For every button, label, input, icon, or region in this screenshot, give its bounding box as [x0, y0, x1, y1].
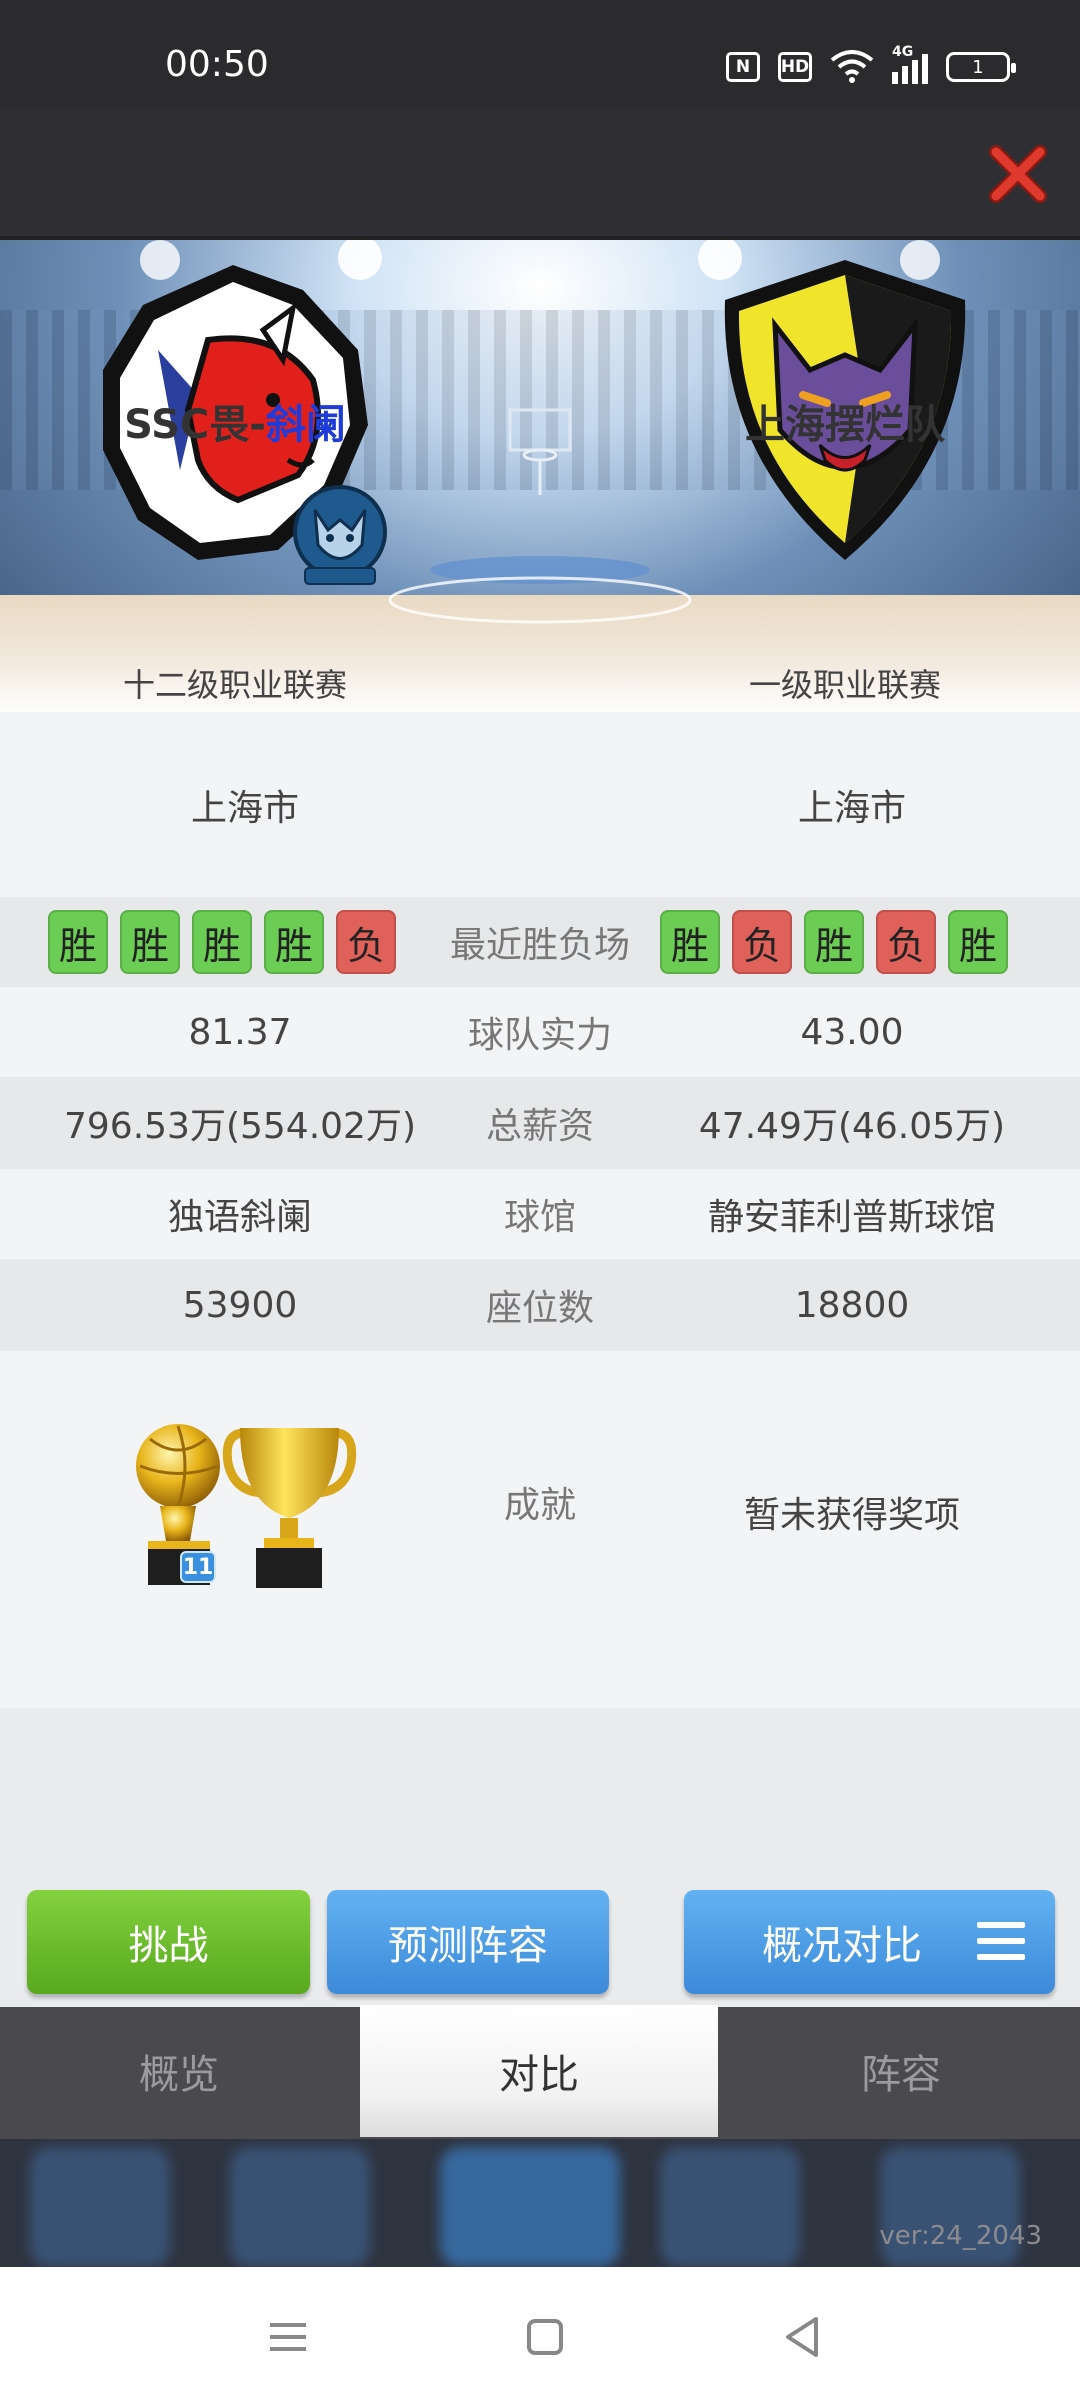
right-recent-record: 胜负胜负胜 [660, 910, 1008, 974]
bottom-tabs: 概览 对比 阵容 [0, 2005, 1080, 2139]
blurred-menu-icon [660, 2147, 800, 2267]
right-achievements: 暂未获得奖项 [743, 1495, 960, 1536]
battery-icon: 1 [946, 52, 1016, 82]
right-arena: 静安菲利普斯球馆 [707, 1197, 996, 1238]
left-city: 上海市 [190, 787, 299, 829]
right-record-chip: 负 [876, 910, 936, 974]
wolf-badge-icon [293, 485, 387, 585]
right-city: 上海市 [797, 787, 906, 829]
arena-row: 独语斜阑 球馆 静安菲利普斯球馆 [0, 1169, 1080, 1259]
team-banner: SSC畏-斜阑 十二级职业联赛 上海摆烂队 一级职业联赛 [0, 240, 1080, 712]
close-icon[interactable] [988, 144, 1048, 204]
network-type: 4G [892, 44, 914, 60]
city-row: 上海市 上海市 [0, 712, 1080, 897]
version-label: ver:24_2043 [879, 2221, 1042, 2251]
left-team-name-accent: 斜阑 [265, 402, 346, 448]
header-bar [0, 108, 1080, 240]
blurred-menu-icon [30, 2147, 170, 2267]
system-navigation-bar [0, 2267, 1080, 2400]
right-record-chip: 胜 [660, 910, 720, 974]
overview-compare-label: 概况对比 [762, 1923, 922, 1969]
right-team-name: 上海摆烂队 [745, 402, 945, 448]
status-icons: N HD 4G 1 [726, 44, 1016, 84]
left-seats: 53900 [182, 1284, 298, 1326]
right-seats: 18800 [794, 1284, 910, 1326]
right-salary: 47.49万(46.05万) [698, 1106, 1006, 1147]
court-center-circle [388, 556, 692, 624]
signal-icon: 4G [892, 44, 928, 84]
left-salary: 796.53万(554.02万) [63, 1106, 417, 1147]
recent-record-row: 胜胜胜胜负 最近胜负场 胜负胜负胜 [0, 897, 1080, 987]
comparison-panel: 上海市 上海市 胜胜胜胜负 最近胜负场 胜负胜负胜 81.37 球队实力 43.… [0, 712, 1080, 2007]
left-record-chip: 胜 [120, 910, 180, 974]
right-strength: 43.00 [800, 1011, 904, 1053]
right-team-league: 一级职业联赛 [748, 666, 941, 704]
trophy-count-badge: 11 [180, 1551, 216, 1583]
hd-icon: HD [778, 52, 812, 82]
home-nav-icon[interactable] [515, 2307, 575, 2367]
left-strength: 81.37 [188, 1011, 292, 1053]
left-record-chip: 负 [336, 910, 396, 974]
strength-row: 81.37 球队实力 43.00 [0, 987, 1080, 1077]
left-team-name-prefix: SSC畏- [124, 402, 266, 448]
salary-row: 796.53万(554.02万) 总薪资 47.49万(46.05万) [0, 1077, 1080, 1169]
right-record-chip: 胜 [948, 910, 1008, 974]
right-record-chip: 胜 [804, 910, 864, 974]
tab-lineup[interactable]: 阵容 [722, 2007, 1080, 2135]
left-team-league: 十二级职业联赛 [122, 666, 347, 704]
left-record-chip: 胜 [48, 910, 108, 974]
wifi-icon [830, 50, 874, 83]
predict-lineup-button[interactable]: 预测阵容 [327, 1890, 609, 1994]
right-record-chip: 负 [732, 910, 792, 974]
left-record-chip: 胜 [264, 910, 324, 974]
left-record-chip: 胜 [192, 910, 252, 974]
status-bar: 00:50 N HD 4G 1 [0, 0, 1080, 108]
basketball-hoop-icon [508, 408, 572, 495]
recent-record-label: 最近胜负场 [449, 925, 630, 966]
blurred-menu-icon [440, 2147, 620, 2267]
left-team-name: SSC畏-斜阑 [40, 392, 430, 450]
nfc-icon: N [726, 52, 760, 82]
achievements-row: 11 成就 暂未获得奖项 [0, 1351, 1080, 1708]
background-menu-strip: ver:24_2043 [0, 2139, 1080, 2267]
challenge-button[interactable]: 挑战 [27, 1890, 310, 1994]
back-nav-icon[interactable] [772, 2307, 832, 2367]
blurred-menu-icon [230, 2147, 370, 2267]
left-recent-record: 胜胜胜胜负 [48, 910, 396, 974]
status-time: 00:50 [165, 44, 269, 85]
tab-compare[interactable]: 对比 [360, 2005, 718, 2137]
menu-icon[interactable] [977, 1922, 1025, 1962]
championship-cup-icon[interactable] [222, 1423, 357, 1593]
seats-row: 53900 座位数 18800 [0, 1259, 1080, 1351]
tab-overview[interactable]: 概览 [0, 2007, 358, 2135]
menu-nav-icon[interactable] [258, 2307, 318, 2367]
left-arena: 独语斜阑 [167, 1197, 312, 1238]
overview-compare-button[interactable]: 概况对比 [684, 1890, 1055, 1994]
